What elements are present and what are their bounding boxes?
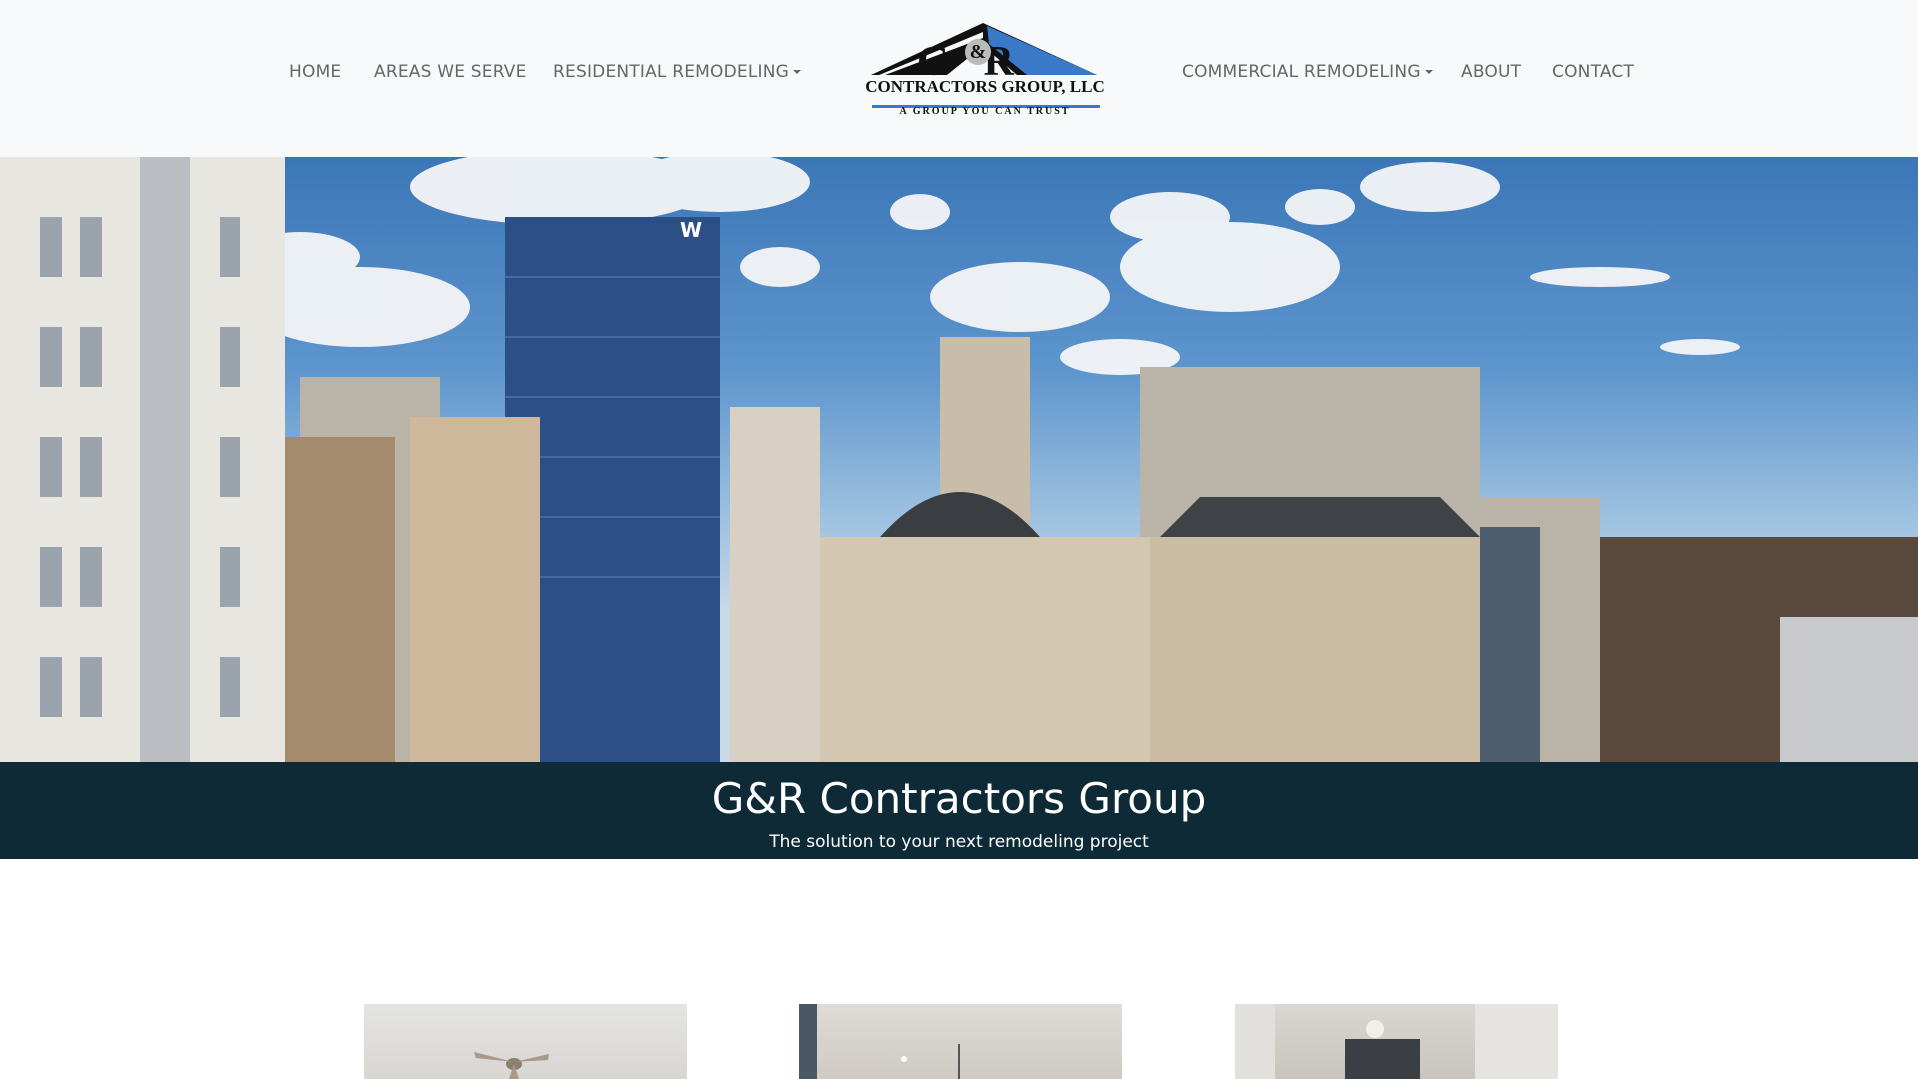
nav-about[interactable]: ABOUT: [1461, 62, 1521, 82]
nav-areas-we-serve[interactable]: AREAS WE SERVE: [374, 62, 527, 82]
vanity-light-icon: [1235, 1004, 1558, 1079]
hero-image: W: [0, 157, 1918, 762]
service-card-image-1[interactable]: [364, 1004, 687, 1079]
banner-title: G&R Contractors Group: [711, 774, 1207, 823]
nav-commercial-remodeling-label: COMMERCIAL REMODELING: [1182, 62, 1421, 82]
svg-text:W: W: [680, 218, 702, 242]
ceiling-fan-icon: [474, 1052, 549, 1079]
chevron-down-icon: [793, 70, 802, 74]
city-skyline-illustration: W: [0, 157, 1918, 762]
logo-company-name: CONTRACTORS GROUP, LLC: [865, 77, 1105, 96]
chevron-down-icon: [1424, 70, 1433, 74]
site-header: HOME AREAS WE SERVE RESIDENTIAL REMODELI…: [0, 0, 1918, 157]
nav-residential-remodeling[interactable]: RESIDENTIAL REMODELING: [553, 62, 802, 82]
nav-contact[interactable]: CONTACT: [1552, 62, 1634, 82]
nav-home[interactable]: HOME: [289, 62, 341, 82]
company-logo[interactable]: GR & CONTRACTORS GROUP, LLC A GROUP YOU …: [865, 20, 1105, 120]
service-card-image-3[interactable]: [1235, 1004, 1558, 1079]
logo-ampersand: &: [965, 39, 991, 65]
banner-subtitle: The solution to your next remodeling pro…: [769, 832, 1149, 852]
pendant-light-icon: [799, 1004, 960, 1079]
nav-residential-remodeling-label: RESIDENTIAL REMODELING: [553, 62, 790, 82]
logo-tagline: A GROUP YOU CAN TRUST: [899, 106, 1071, 117]
hero-banner: G&R Contractors Group The solution to yo…: [0, 762, 1918, 859]
service-card-image-2[interactable]: [799, 1004, 1122, 1079]
nav-commercial-remodeling[interactable]: COMMERCIAL REMODELING: [1182, 62, 1433, 82]
